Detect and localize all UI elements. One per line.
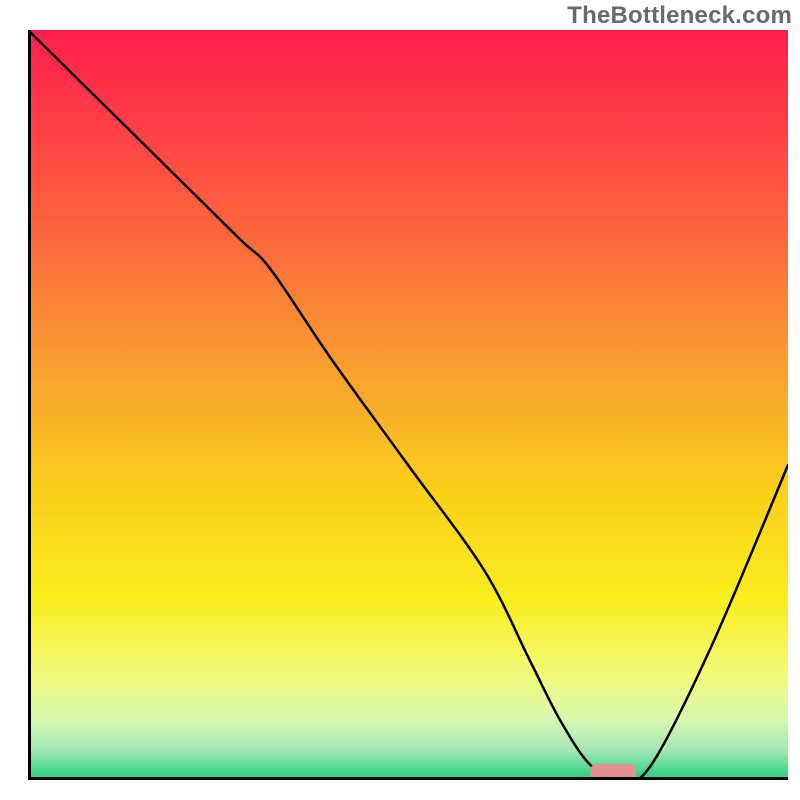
chart-frame: TheBottleneck.com <box>0 0 800 800</box>
watermark-label: TheBottleneck.com <box>567 2 792 30</box>
plot-area <box>28 30 788 780</box>
chart-canvas <box>28 30 788 780</box>
